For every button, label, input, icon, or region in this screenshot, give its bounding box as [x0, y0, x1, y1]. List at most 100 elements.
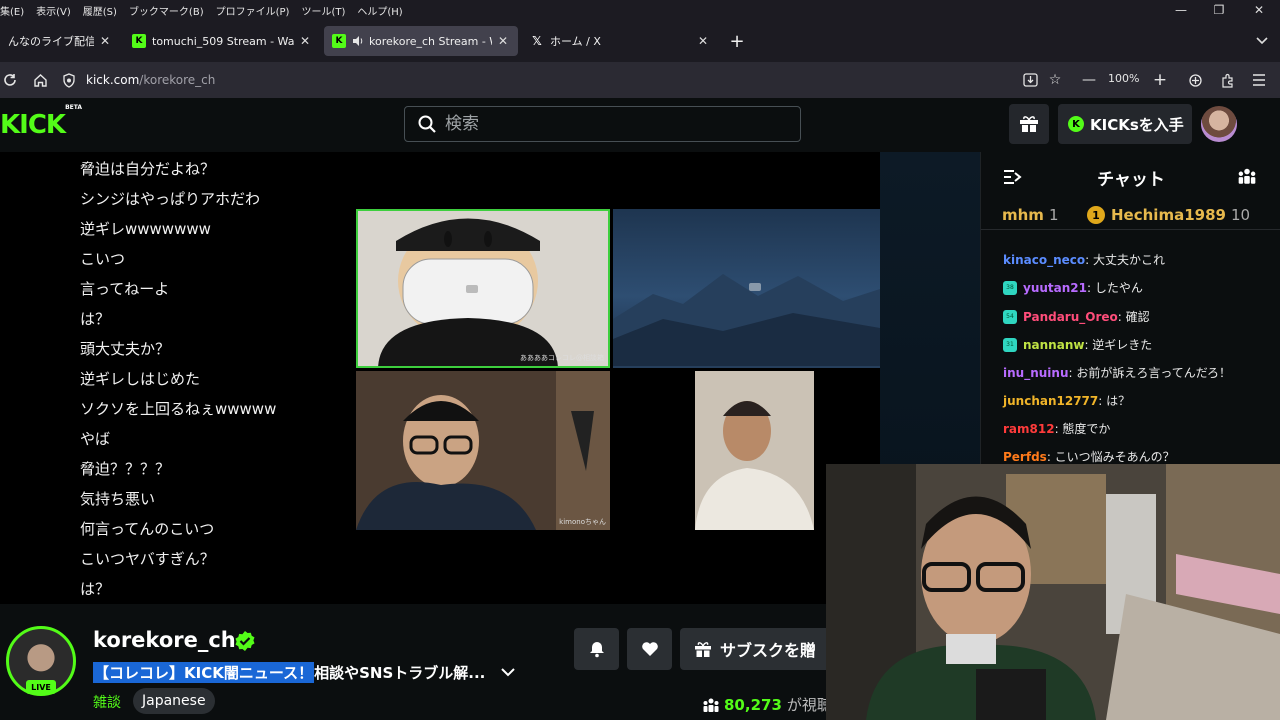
- channel-name[interactable]: korekore_ch: [93, 628, 236, 652]
- menu-history[interactable]: 履歴(S): [83, 3, 117, 18]
- gifter-name: mhm: [1002, 206, 1044, 224]
- chat-username[interactable]: Perfds: [1003, 450, 1047, 464]
- chat-username[interactable]: kinaco_neco: [1003, 253, 1085, 267]
- menu-tools[interactable]: ツール(T): [301, 3, 345, 18]
- follow-button[interactable]: [627, 628, 672, 670]
- tab-korekore[interactable]: K korekore_ch Stream - Watch Live on Kic…: [324, 26, 518, 56]
- menu-help[interactable]: ヘルプ(H): [357, 3, 402, 18]
- heart-icon: [641, 642, 658, 656]
- tab-label: tomuchi_509 Stream - Watch Live on Kick: [152, 34, 294, 48]
- extension-icon[interactable]: [1183, 68, 1207, 92]
- chat-users-icon[interactable]: [1237, 166, 1257, 186]
- chat-text: : 大丈夫かこれ: [1085, 253, 1165, 267]
- menu-profile[interactable]: プロファイル(P): [216, 3, 290, 18]
- cam-tile-mountain: [613, 209, 880, 368]
- address-bar[interactable]: kick.com/korekore_ch: [62, 66, 1072, 94]
- browser-menu-bar: 集(E) 表示(V) 履歴(S) ブックマーク(B) プロファイル(P) ツール…: [0, 0, 1280, 20]
- chat-message: 54 Pandaru_Oreo: 確認: [1003, 308, 1150, 325]
- chat-message: 31 nannanw: 逆ギレきた: [1003, 336, 1152, 353]
- cam-label: kimonoちゃん: [559, 518, 606, 526]
- chat-text: : したやん: [1086, 281, 1143, 295]
- verified-icon: [235, 631, 255, 651]
- tab-close-icon[interactable]: ✕: [496, 34, 510, 48]
- overlay-comment: 脅迫は自分だよね？: [80, 160, 216, 178]
- gift-sub-label: サブスクを贈: [720, 641, 817, 660]
- bell-icon: [589, 642, 604, 658]
- overlay-comment: 何言ってんのこいつ: [80, 520, 215, 538]
- list-tabs-icon[interactable]: [1250, 26, 1274, 56]
- notification-button[interactable]: [574, 628, 619, 670]
- tab-close-icon[interactable]: ✕: [696, 34, 710, 48]
- site-header: KICKBETA K KICKsを入手: [0, 98, 1280, 152]
- get-kicks-button[interactable]: K KICKsを入手: [1058, 104, 1192, 144]
- zoom-in-icon[interactable]: +: [1148, 68, 1172, 92]
- chat-header: チャット: [981, 152, 1280, 200]
- gift-icon: [1020, 116, 1038, 132]
- chat-username[interactable]: yuutan21: [1023, 281, 1087, 295]
- reader-view-icon[interactable]: [1018, 68, 1042, 92]
- gift-icon: [695, 641, 711, 657]
- search-input[interactable]: [445, 114, 785, 134]
- language-tag[interactable]: Japanese: [133, 688, 215, 714]
- gift-sub-button[interactable]: サブスクを贈: [680, 628, 840, 670]
- app-menu-icon[interactable]: [1247, 68, 1271, 92]
- stream-info: LIVE korekore_ch 【コレコレ】KICK闇ニュース！ 相談やSNSト…: [0, 604, 840, 720]
- extensions-puzzle-icon[interactable]: [1215, 68, 1239, 92]
- chat-username[interactable]: Pandaru_Oreo: [1023, 310, 1118, 324]
- tab-minna[interactable]: んなのライブ配信！ ✕: [0, 26, 120, 56]
- gifter-name: Hechima1989: [1111, 206, 1226, 224]
- chat-username[interactable]: ram812: [1003, 422, 1055, 436]
- kick-icon: K: [332, 34, 346, 48]
- kick-logo[interactable]: KICKBETA: [0, 104, 82, 140]
- shield-icon[interactable]: [62, 72, 76, 88]
- speaker-icon[interactable]: [352, 34, 364, 48]
- menu-edit[interactable]: 集(E): [0, 3, 24, 18]
- gift-button[interactable]: [1009, 104, 1049, 144]
- bookmark-star-icon[interactable]: ☆: [1043, 68, 1067, 92]
- home-icon[interactable]: [28, 68, 52, 92]
- overlay-comment: 頭大丈夫か？: [80, 340, 171, 358]
- tab-label: korekore_ch Stream - Watch Live on Kick: [369, 34, 492, 48]
- live-badge: LIVE: [26, 680, 56, 694]
- gifter-item[interactable]: mhm 1: [1002, 206, 1059, 224]
- overlay-comment: 逆ギレしはじめた: [80, 370, 201, 388]
- chat-text: : は？: [1098, 394, 1131, 408]
- chat-text: : 逆ギレきた: [1084, 338, 1153, 352]
- zoom-level[interactable]: 100%: [1108, 72, 1139, 85]
- chat-title: チャット: [1097, 170, 1165, 190]
- url-host: kick.com: [86, 73, 140, 87]
- tab-tomuchi[interactable]: K tomuchi_509 Stream - Watch Live on Kic…: [124, 26, 320, 56]
- kick-icon: K: [132, 34, 146, 48]
- tab-label: んなのライブ配信！: [8, 35, 94, 48]
- user-avatar[interactable]: [1201, 106, 1237, 142]
- reload-icon[interactable]: [0, 68, 22, 92]
- overlay-comment: 逆ギレwwwwwww: [80, 220, 211, 238]
- new-tab-icon[interactable]: +: [726, 26, 748, 56]
- chat-message: ram812: 態度でか: [1003, 420, 1110, 437]
- subscriber-badge: 54: [1003, 309, 1017, 324]
- x-icon: 𝕏: [532, 34, 542, 48]
- chat-username[interactable]: junchan12777: [1003, 394, 1098, 408]
- maximize-icon[interactable]: ❐: [1201, 0, 1237, 20]
- gifter-item[interactable]: 1 Hechima1989 10: [1087, 206, 1250, 224]
- search-icon: [418, 115, 436, 133]
- zoom-out-icon[interactable]: —: [1077, 68, 1101, 92]
- chat-message: junchan12777: は？: [1003, 392, 1130, 409]
- search-box[interactable]: [404, 106, 801, 142]
- viewers-icon: [703, 698, 719, 712]
- overlay-comment: こいつヤバすぎん？: [80, 550, 215, 568]
- tab-close-icon[interactable]: ✕: [98, 34, 112, 48]
- stream-title-highlight: 【コレコレ】KICK闇ニュース！: [93, 661, 315, 683]
- menu-bookmarks[interactable]: ブックマーク(B): [129, 3, 204, 18]
- menu-view[interactable]: 表示(V): [36, 3, 71, 18]
- tab-x-home[interactable]: 𝕏 ホーム / X ✕: [522, 26, 718, 56]
- chat-username[interactable]: nannanw: [1023, 338, 1084, 352]
- category-link[interactable]: 雑談: [93, 692, 121, 712]
- overlay-comment: シンジはやっぱりアホだわ: [80, 190, 261, 208]
- chat-username[interactable]: inu_nuinu: [1003, 366, 1068, 380]
- minimize-icon[interactable]: —: [1163, 0, 1199, 20]
- tab-close-icon[interactable]: ✕: [298, 34, 312, 48]
- overlay-comment: 脅迫？？？？: [80, 460, 171, 478]
- window-close-icon[interactable]: ✕: [1241, 0, 1277, 20]
- chevron-down-icon[interactable]: [498, 662, 518, 682]
